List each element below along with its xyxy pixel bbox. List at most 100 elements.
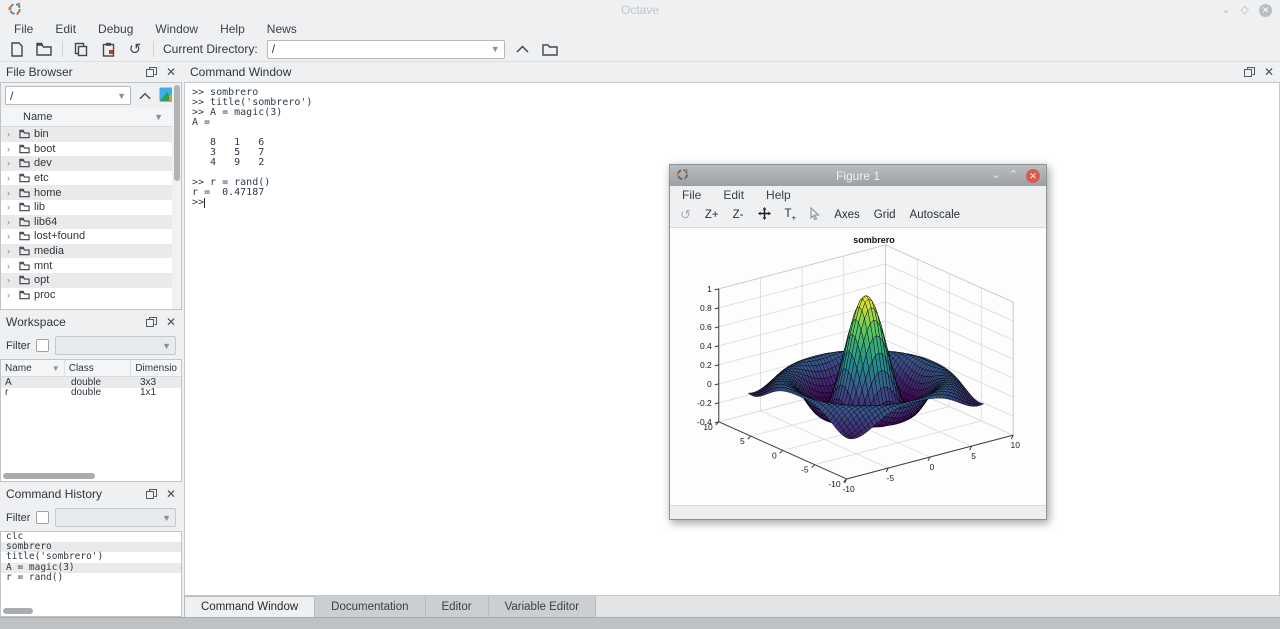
tree-item[interactable]: ›lost+found <box>1 229 181 244</box>
file-browser-path-combobox[interactable]: / ▼ <box>5 86 131 105</box>
copy-icon[interactable] <box>72 40 90 58</box>
tree-item[interactable]: ›lib <box>1 200 181 215</box>
insert-text-tool[interactable]: T+ <box>785 208 797 222</box>
close-panel-icon[interactable]: ✕ <box>166 488 176 500</box>
undock-icon[interactable] <box>146 67 157 77</box>
current-directory-label: Current Directory: <box>163 42 258 56</box>
table-row[interactable]: A double 3x3 <box>1 377 181 388</box>
menu-window[interactable]: Window <box>155 22 198 36</box>
command-history-panel: Command History ✕ Filter ▼ clc sombrero … <box>0 484 182 617</box>
pointer-tool-icon[interactable] <box>810 207 820 223</box>
filter-checkbox[interactable] <box>36 511 49 524</box>
tab-documentation[interactable]: Documentation <box>315 596 425 617</box>
close-panel-icon[interactable]: ✕ <box>1264 66 1274 78</box>
filter-combobox[interactable]: ▼ <box>55 508 176 527</box>
file-browser-name-header[interactable]: Name ▼ <box>1 108 181 127</box>
sort-chevron-icon: ▼ <box>52 364 60 373</box>
tab-command-window[interactable]: Command Window <box>184 596 315 617</box>
figure-toolbar: ↺ Z+ Z- T+ Axes Grid Autoscale <box>670 204 1046 226</box>
table-row[interactable]: r double 1x1 <box>1 388 181 399</box>
menu-help[interactable]: Help <box>766 188 791 202</box>
chevron-down-icon: ▼ <box>117 91 126 101</box>
figure-titlebar[interactable]: Figure 1 ⌄ ⌃ ✕ <box>670 165 1046 186</box>
minimize-icon[interactable]: ⌄ <box>1221 5 1230 16</box>
expand-icon[interactable]: › <box>7 246 15 256</box>
tree-item[interactable]: ›lib64 <box>1 215 181 230</box>
scrollbar-horizontal[interactable] <box>3 473 179 479</box>
tree-item[interactable]: ›boot <box>1 142 181 157</box>
pan-tool-icon[interactable] <box>758 207 771 223</box>
folder-icon <box>19 246 30 256</box>
tree-item[interactable]: ›mnt <box>1 258 181 273</box>
expand-icon[interactable]: › <box>7 173 15 183</box>
zoom-out-button[interactable]: Z- <box>733 209 744 221</box>
menu-edit[interactable]: Edit <box>55 22 76 36</box>
expand-icon[interactable]: › <box>7 275 15 285</box>
close-panel-icon[interactable]: ✕ <box>166 316 176 328</box>
menu-file[interactable]: File <box>14 22 33 36</box>
tree-item[interactable]: ›media <box>1 244 181 259</box>
zoom-in-button[interactable]: Z+ <box>705 209 719 221</box>
expand-icon[interactable]: › <box>7 158 15 168</box>
expand-icon[interactable]: › <box>7 202 15 212</box>
filter-checkbox[interactable] <box>36 339 49 352</box>
filter-label: Filter <box>6 512 30 524</box>
browse-directory-icon[interactable] <box>541 40 559 58</box>
expand-icon[interactable]: › <box>7 231 15 241</box>
window-titlebar[interactable]: Octave ⌄ ◇ ✕ <box>0 0 1280 20</box>
history-item[interactable]: r = rand() <box>1 573 181 583</box>
directory-up-icon[interactable] <box>514 40 532 58</box>
expand-icon[interactable]: › <box>7 217 15 227</box>
grid-button[interactable]: Grid <box>874 209 896 221</box>
axes-button[interactable]: Axes <box>834 209 860 221</box>
scrollbar-horizontal[interactable] <box>3 608 179 614</box>
expand-icon[interactable]: › <box>7 144 15 154</box>
paste-icon[interactable] <box>99 40 117 58</box>
figure-window[interactable]: Figure 1 ⌄ ⌃ ✕ File Edit Help ↺ Z+ Z- T+… <box>669 164 1047 520</box>
close-icon[interactable]: ✕ <box>1026 169 1040 183</box>
workspace-title: Workspace <box>6 315 66 329</box>
undock-icon[interactable] <box>1244 67 1255 77</box>
tab-variable-editor[interactable]: Variable Editor <box>489 596 597 617</box>
current-directory-combobox[interactable]: / ▼ <box>267 40 505 59</box>
maximize-icon[interactable]: ⌃ <box>1009 170 1018 181</box>
column-header-name[interactable]: Name▼ <box>1 360 65 376</box>
menu-edit[interactable]: Edit <box>723 188 744 202</box>
minimize-icon[interactable]: ⌄ <box>992 170 1001 181</box>
folder-icon <box>19 158 30 168</box>
maximize-icon[interactable]: ◇ <box>1241 5 1249 16</box>
column-header-class[interactable]: Class <box>65 360 132 376</box>
expand-icon[interactable]: › <box>7 129 15 139</box>
autoscale-button[interactable]: Autoscale <box>910 209 961 221</box>
scrollbar-vertical[interactable] <box>172 83 181 309</box>
expand-icon[interactable]: › <box>7 290 15 300</box>
new-script-icon[interactable] <box>8 40 26 58</box>
tab-editor[interactable]: Editor <box>426 596 489 617</box>
tree-item[interactable]: ›proc <box>1 288 181 303</box>
undo-icon[interactable]: ↺ <box>126 40 144 58</box>
tree-item[interactable]: ›bin <box>1 127 181 142</box>
open-file-icon[interactable] <box>35 40 53 58</box>
chevron-down-icon: ▼ <box>491 44 500 54</box>
filter-combobox[interactable]: ▼ <box>55 336 176 355</box>
rotate-tool-icon[interactable]: ↺ <box>680 207 691 223</box>
menu-file[interactable]: File <box>682 188 701 202</box>
column-header-dimension[interactable]: Dimensio <box>131 360 181 376</box>
expand-icon[interactable]: › <box>7 188 15 198</box>
undock-icon[interactable] <box>146 317 157 327</box>
menu-news[interactable]: News <box>267 22 297 36</box>
undock-icon[interactable] <box>146 489 157 499</box>
close-panel-icon[interactable]: ✕ <box>166 66 176 78</box>
tree-item[interactable]: ›opt <box>1 273 181 288</box>
sombrero-3d-plot[interactable] <box>670 228 1046 505</box>
close-icon[interactable]: ✕ <box>1259 4 1272 17</box>
folder-icon <box>19 173 30 183</box>
menu-debug[interactable]: Debug <box>98 22 133 36</box>
expand-icon[interactable]: › <box>7 261 15 271</box>
menu-help[interactable]: Help <box>220 22 245 36</box>
tree-item[interactable]: ›dev <box>1 156 181 171</box>
one-directory-up-icon[interactable] <box>136 87 154 105</box>
command-window-title: Command Window <box>190 65 291 79</box>
tree-item[interactable]: ›home <box>1 185 181 200</box>
tree-item[interactable]: ›etc <box>1 171 181 186</box>
